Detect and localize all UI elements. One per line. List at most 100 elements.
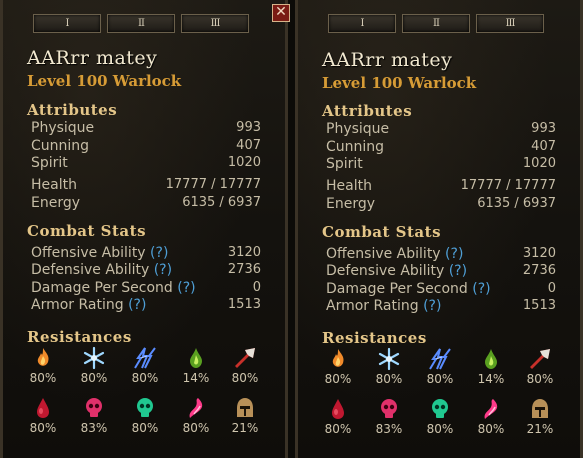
pierce-icon [530,349,550,369]
res-vitality[interactable]: 83% [74,396,114,435]
stat-label: Armor Rating (?) [326,298,441,314]
attr-value: 17777 / 17777 [165,177,261,192]
res-stun[interactable]: 21% [225,396,265,435]
res-fire[interactable]: 80% [23,346,63,385]
tab-2[interactable]: II [402,14,470,33]
attr-value: 6135 / 6937 [477,196,556,211]
character-level: Level 100 Warlock [322,74,477,92]
stat-label: Defensive Ability (?) [31,262,172,278]
fire-icon [37,348,49,366]
fire-icon [332,349,344,367]
vitality-icon [86,398,102,417]
section-attributes: Attributes [27,101,118,119]
bleeding-icon [37,398,49,418]
stun-icon [532,399,548,418]
res-value: 80% [29,421,57,435]
stat-defensive-ability: Defensive Ability (?) 2736 [326,263,556,280]
res-value: 80% [131,371,159,385]
res-fire[interactable]: 80% [318,347,358,386]
attr-label: Cunning [31,138,90,154]
res-lightning[interactable]: 80% [125,346,165,385]
tab-3[interactable]: III [181,14,249,33]
section-combat-stats: Combat Stats [322,223,442,241]
attr-label: Health [326,178,372,194]
stun-icon [237,398,253,417]
pierce-icon [235,348,255,368]
res-poison[interactable]: 14% [176,346,216,385]
res-pierce[interactable]: 80% [520,347,560,386]
stat-offensive-ability: Offensive Ability (?) 3120 [326,246,556,263]
res-bleeding[interactable]: 80% [318,397,358,436]
res-aether[interactable]: 80% [125,396,165,435]
res-value: 80% [477,422,505,436]
res-chaos[interactable]: 80% [176,396,216,435]
res-value: 80% [131,421,159,435]
character-name: AARrr matey [27,47,158,69]
res-cold[interactable]: 80% [369,347,409,386]
res-value: 80% [426,372,454,386]
attr-cunning: Cunning 407 [326,139,556,156]
vitality-icon [381,399,397,418]
tab-1[interactable]: I [33,14,101,33]
stat-label-text: Armor Rating [326,298,419,314]
help-icon[interactable]: (?) [472,281,490,297]
attr-value: 993 [531,121,556,136]
res-value: 80% [375,372,403,386]
stat-label: Offensive Ability (?) [326,246,463,262]
res-stun[interactable]: 21% [520,397,560,436]
help-icon[interactable]: (?) [154,262,172,278]
stat-armor-rating: Armor Rating (?) 1513 [31,297,261,314]
poison-icon [190,348,202,368]
stat-label: Damage Per Second (?) [31,280,196,296]
stat-value: 0 [252,280,261,295]
attr-health: Health 17777 / 17777 [31,177,261,194]
attr-value: 407 [531,139,556,154]
attr-value: 1020 [522,156,556,171]
help-icon[interactable]: (?) [449,263,467,279]
cold-icon [83,346,105,370]
res-value: 80% [324,372,352,386]
res-value: 83% [80,421,108,435]
res-poison[interactable]: 14% [471,347,511,386]
tab-3[interactable]: III [476,14,544,33]
help-icon[interactable]: (?) [177,280,195,296]
res-value: 80% [231,371,259,385]
stat-value: 3120 [522,246,556,261]
res-chaos[interactable]: 80% [471,397,511,436]
res-pierce[interactable]: 80% [225,346,265,385]
help-icon[interactable]: (?) [128,297,146,313]
stat-value: 1513 [522,298,556,313]
help-icon[interactable]: (?) [445,246,463,262]
attr-energy: Energy 6135 / 6937 [326,196,556,213]
stat-label-text: Armor Rating [31,297,124,313]
attr-label: Energy [31,195,81,211]
res-vitality[interactable]: 83% [369,397,409,436]
tab-1[interactable]: I [328,14,396,33]
attr-value: 407 [236,138,261,153]
help-icon[interactable]: (?) [423,298,441,314]
poison-icon [485,349,497,369]
stat-value: 3120 [227,245,261,260]
help-icon[interactable]: (?) [150,245,168,261]
tab-2[interactable]: II [107,14,175,33]
res-lightning[interactable]: 80% [420,347,460,386]
tab-bar: I II III [324,10,556,36]
res-value: 80% [29,371,57,385]
attr-physique: Physique 993 [31,120,261,137]
res-aether[interactable]: 80% [420,397,460,436]
attr-value: 6135 / 6937 [182,195,261,210]
res-bleeding[interactable]: 80% [23,396,63,435]
attr-label: Energy [326,196,376,212]
stat-label-text: Defensive Ability [326,263,445,279]
stat-label-text: Offensive Ability [326,246,441,262]
attr-health: Health 17777 / 17777 [326,178,556,195]
res-value: 83% [375,422,403,436]
chaos-icon [484,399,498,419]
res-cold[interactable]: 80% [74,346,114,385]
res-value: 80% [324,422,352,436]
stat-damage-per-second: Damage Per Second (?) 0 [31,280,261,297]
close-icon[interactable]: ✕ [272,4,290,22]
stat-label: Armor Rating (?) [31,297,146,313]
res-value: 80% [426,422,454,436]
res-value: 14% [477,372,505,386]
